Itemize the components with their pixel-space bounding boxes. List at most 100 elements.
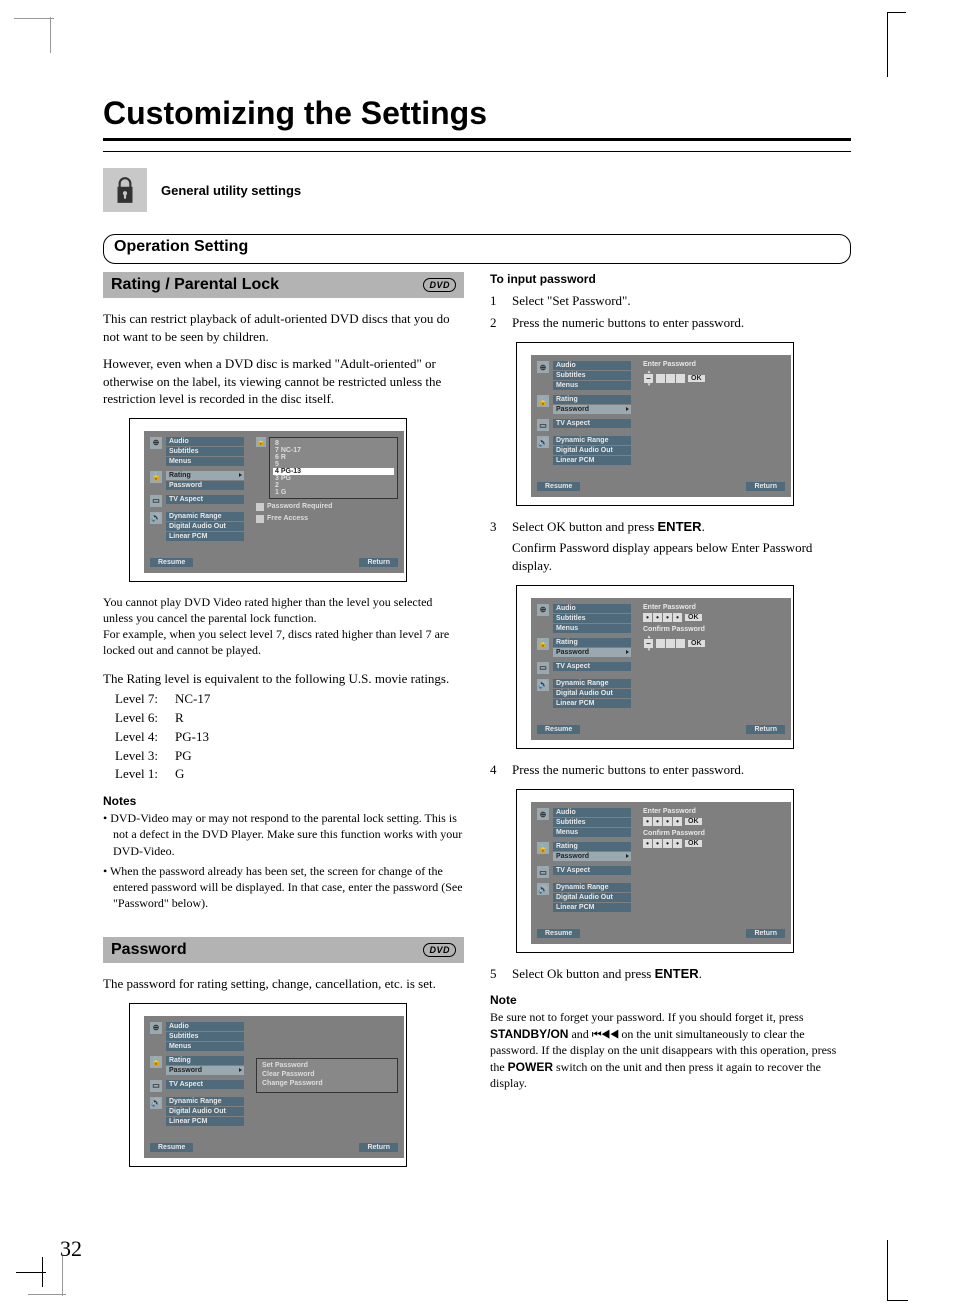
osd-figure-confirm-filled: ⊕ Audio Subtitles Menus 🔒 Rating Passwor… <box>516 789 794 953</box>
password-subheading-label: Password <box>111 941 187 959</box>
osd-return-button: Return <box>359 1143 398 1152</box>
password-subheading: Password DVD <box>103 937 464 963</box>
confirm-password-label: Confirm Password <box>643 626 785 633</box>
osd-item: Rating <box>553 842 631 851</box>
input-password-heading: To input password <box>490 272 851 286</box>
submenu-item: Change Password <box>260 1079 394 1088</box>
osd-item: Subtitles <box>166 1032 244 1041</box>
lock-cat-icon: 🔒 <box>537 395 549 407</box>
audio-cat-icon: 🔊 <box>150 512 162 524</box>
ok-button: OK <box>685 840 702 847</box>
level-label: Level 4: <box>115 728 175 747</box>
password-submenu: Set Password Clear Password Change Passw… <box>256 1058 398 1093</box>
level-option: 3 PG <box>273 475 394 482</box>
lock-cat-icon: 🔒 <box>150 1056 162 1068</box>
level-rating: PG-13 <box>175 728 209 747</box>
enter-password-label: Enter Password <box>643 604 785 611</box>
level-label: Level 1: <box>115 765 175 784</box>
divider <box>103 138 851 141</box>
osd-item: TV Aspect <box>166 1080 244 1089</box>
level-option: 8 <box>273 440 394 447</box>
dvd-badge: DVD <box>423 943 456 957</box>
osd-item: Digital Audio Out <box>166 1107 244 1116</box>
osd-item: Dynamic Range <box>553 883 631 892</box>
osd-item: Digital Audio Out <box>553 893 631 902</box>
osd-item: TV Aspect <box>553 866 631 875</box>
osd-item: Subtitles <box>553 614 631 623</box>
right-column: To input password 1Select "Set Password"… <box>490 272 851 1177</box>
rating-paragraph: For example, when you select level 7, di… <box>103 626 464 658</box>
osd-item: Dynamic Range <box>553 679 631 688</box>
utility-label: General utility settings <box>161 183 301 198</box>
ok-button: OK <box>685 614 702 621</box>
level-rating: NC-17 <box>175 690 210 709</box>
osd-item: Rating <box>166 1056 244 1065</box>
osd-item-selected: Password <box>553 405 631 414</box>
rating-subheading: Rating / Parental Lock DVD <box>103 272 464 298</box>
osd-item: Subtitles <box>553 371 631 380</box>
osd-return-button: Return <box>746 929 785 938</box>
password-confirm-row: •••• OK <box>643 839 785 848</box>
ok-button: OK <box>688 375 705 382</box>
osd-item: Dynamic Range <box>166 1097 244 1106</box>
lock-cat-icon: 🔒 <box>150 471 162 483</box>
audio-cat-icon: 🔊 <box>537 679 549 691</box>
password-confirm-row: ▴–▾ OK <box>643 635 785 652</box>
osd-item: Audio <box>553 604 631 613</box>
crop-mark <box>28 1258 66 1295</box>
osd-item: Menus <box>166 1042 244 1051</box>
crop-mark <box>887 1240 908 1301</box>
osd-item: Audio <box>166 1022 244 1031</box>
osd-item: Menus <box>553 381 631 390</box>
tv-cat-icon: ▭ <box>537 662 549 674</box>
rating-level-table: Level 7:NC-17 Level 6:R Level 4:PG-13 Le… <box>115 690 464 784</box>
osd-item: Linear PCM <box>166 532 244 541</box>
osd-figure-enter-password: ⊕ Audio Subtitles Menus 🔒 Rating P <box>516 342 794 506</box>
osd-figure-confirm-password: ⊕ Audio Subtitles Menus 🔒 Rating Passwor… <box>516 585 794 749</box>
osd-item: Dynamic Range <box>553 436 631 445</box>
step: 4Press the numeric buttons to enter pass… <box>490 761 851 779</box>
osd-resume-button: Resume <box>537 929 580 938</box>
step: 1Select "Set Password". <box>490 292 851 310</box>
osd-item: Audio <box>553 808 631 817</box>
osd-item: Password <box>166 481 244 490</box>
tv-cat-icon: ▭ <box>537 419 549 431</box>
osd-item: Digital Audio Out <box>166 522 244 531</box>
step: 3 Select OK button and press ENTER. <box>490 518 851 536</box>
notes-heading: Notes <box>103 794 464 808</box>
crop-mark <box>42 1257 43 1287</box>
osd-item-selected: Rating <box>166 471 244 480</box>
notes-heading: Note <box>490 993 851 1007</box>
osd-item: TV Aspect <box>553 662 631 671</box>
globe-icon: ⊕ <box>150 437 162 449</box>
left-column: Rating / Parental Lock DVD This can rest… <box>103 272 464 1177</box>
level-label: Level 7: <box>115 690 175 709</box>
osd-item: Digital Audio Out <box>553 689 631 698</box>
osd-return-button: Return <box>359 558 398 567</box>
osd-item: Dynamic Range <box>166 512 244 521</box>
level-label: Level 6: <box>115 709 175 728</box>
level-rating: R <box>175 709 184 728</box>
lock-cat-icon: 🔒 <box>537 842 549 854</box>
lock-small-icon: 🔒 <box>256 437 266 447</box>
globe-icon: ⊕ <box>537 604 549 616</box>
osd-item: Audio <box>166 437 244 446</box>
tv-cat-icon: ▭ <box>537 866 549 878</box>
step-continuation: Confirm Password display appears below E… <box>512 539 851 575</box>
tv-cat-icon: ▭ <box>150 495 162 507</box>
osd-resume-button: Resume <box>537 482 580 491</box>
password-paragraph: The password for rating setting, change,… <box>103 975 464 993</box>
ok-button: OK <box>688 640 705 647</box>
enter-password-label: Enter Password <box>643 808 785 815</box>
audio-cat-icon: 🔊 <box>150 1097 162 1109</box>
crop-mark <box>887 12 906 77</box>
globe-icon: ⊕ <box>537 808 549 820</box>
osd-item: Menus <box>166 457 244 466</box>
osd-resume-button: Resume <box>150 558 193 567</box>
rating-level-list: 8 7 NC-17 6 R 5 4 PG-13 3 PG 2 1 G <box>269 437 398 499</box>
osd-return-button: Return <box>746 482 785 491</box>
osd-item: Subtitles <box>166 447 244 456</box>
osd-return-button: Return <box>746 725 785 734</box>
password-entry-row: •••• OK <box>643 613 785 622</box>
globe-icon: ⊕ <box>537 361 549 373</box>
